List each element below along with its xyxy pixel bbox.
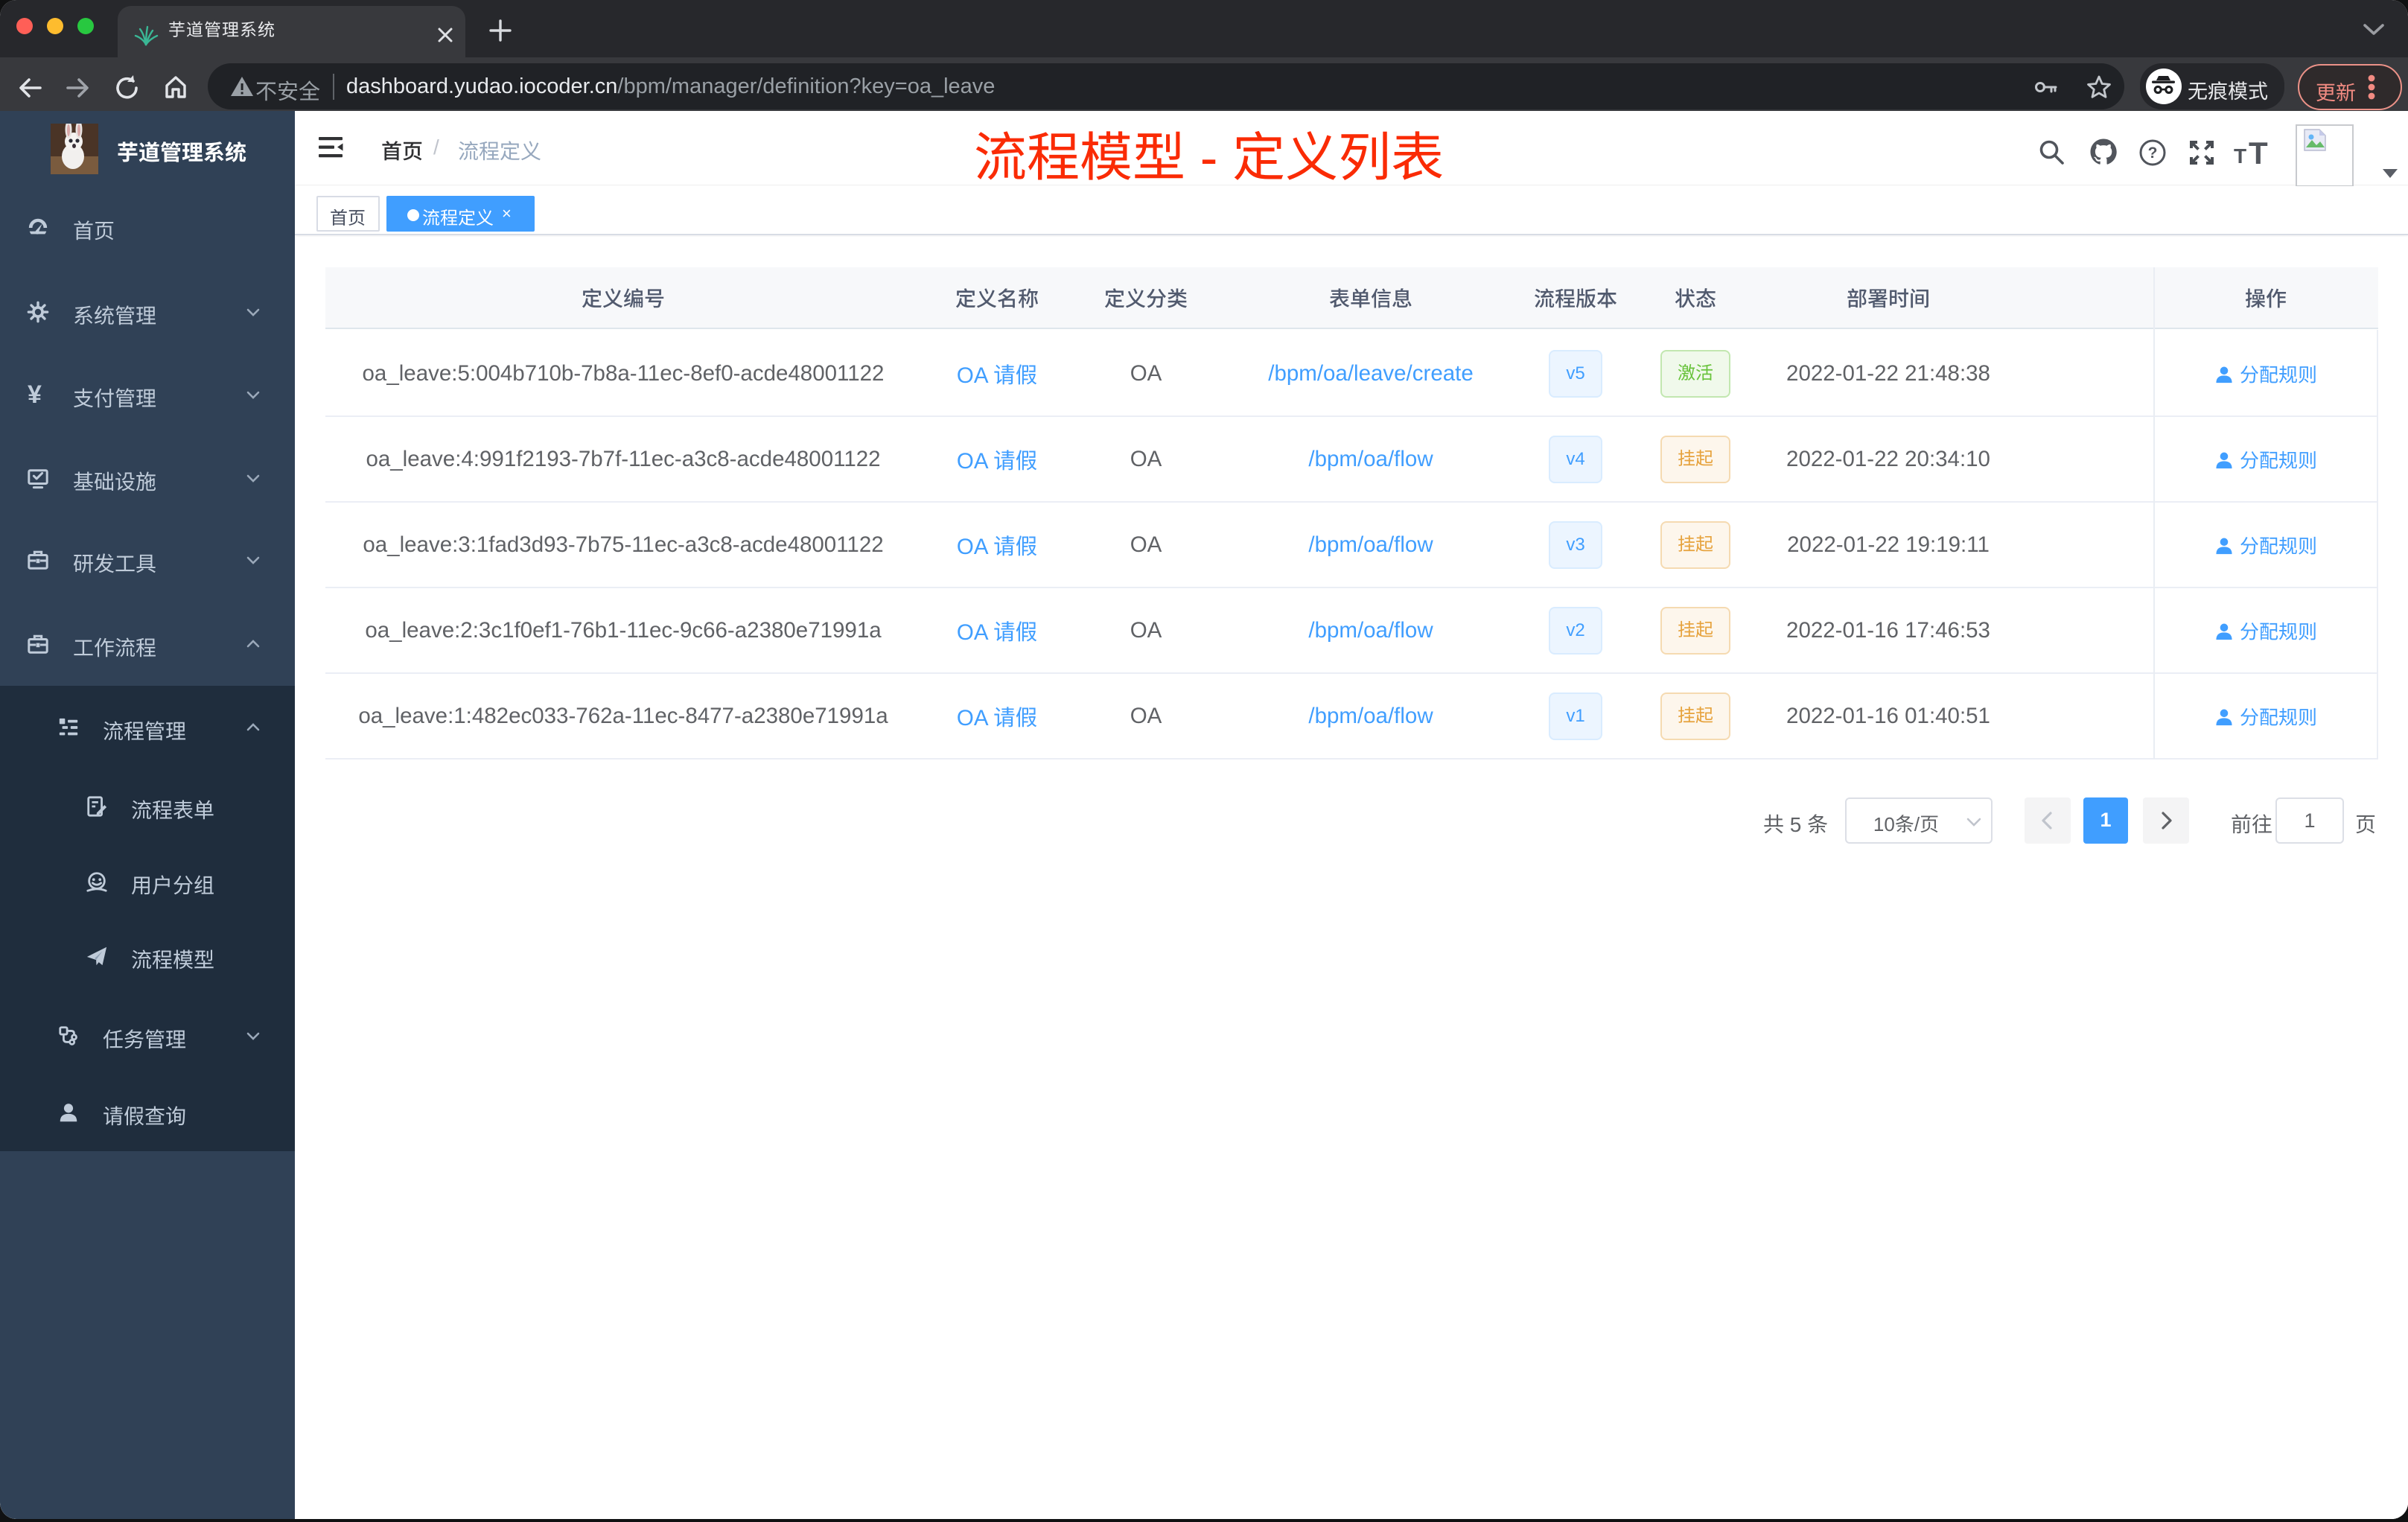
- svg-text:?: ?: [2148, 144, 2158, 162]
